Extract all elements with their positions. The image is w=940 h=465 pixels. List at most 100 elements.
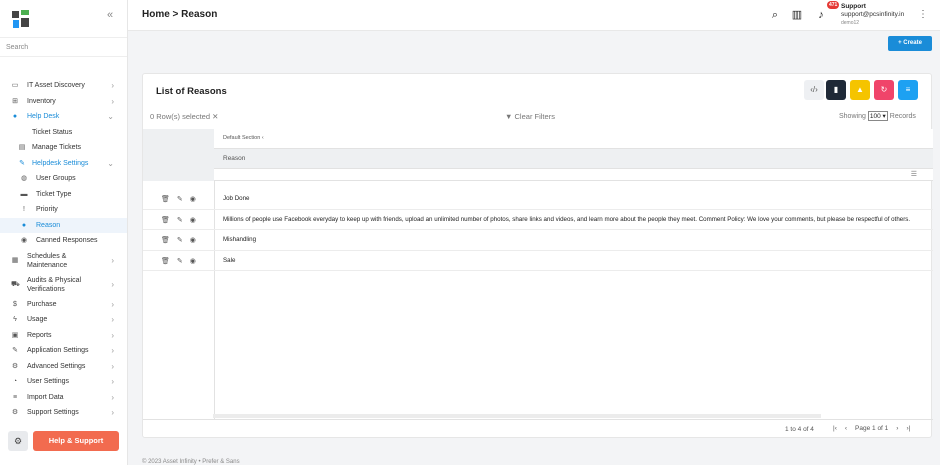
page-footer: © 2023 Asset Infinity • Prefer & Sans — [142, 459, 240, 465]
chevron-right-icon: › — [111, 361, 114, 371]
settings-gear-button[interactable]: ⚙ — [8, 431, 28, 451]
sidebar-item-advanced-settings[interactable]: ⚙ Advanced Settings › — [0, 359, 127, 375]
sidebar-item-purchase[interactable]: $ Purchase › — [0, 297, 127, 313]
view-eye-icon[interactable]: ◉ — [190, 257, 196, 265]
column-header-reason[interactable]: Reason — [214, 148, 933, 168]
sidebar-item-reports[interactable]: ▣ Reports › — [0, 328, 127, 344]
sidebar: « Search ▭ IT Asset Discovery › ⊞ Inventory… — [0, 0, 128, 465]
sidebar-item-priority[interactable]: ! Priority — [0, 202, 127, 218]
sidebar-item-helpdesk-settings[interactable]: ✎ Helpdesk Settings ⌄ — [0, 156, 127, 172]
more-options-icon[interactable]: ⋮ — [918, 9, 928, 20]
row-actions: 🗑 ✎ ◉ — [161, 236, 196, 244]
first-page-icon[interactable]: |‹ — [833, 425, 837, 432]
sidebar-item-help-desk[interactable]: ● Help Desk ⌄ — [0, 109, 127, 125]
sidebar-item-manage-tickets[interactable]: ▤ Manage Tickets — [0, 140, 127, 156]
next-page-icon[interactable]: › — [896, 425, 898, 432]
exclamation-icon: ! — [23, 206, 25, 213]
sidebar-item-support-settings[interactable]: ⚙ Support Settings › — [0, 405, 127, 421]
chevron-right-icon: › — [111, 315, 114, 324]
reason-cell: Job Done — [223, 195, 250, 202]
dollar-icon: $ — [13, 300, 17, 308]
chevron-right-icon: › — [111, 255, 114, 265]
sidebar-item-canned-responses[interactable]: ◉ Canned Responses — [0, 233, 127, 249]
export-document-button[interactable]: ▮ — [826, 80, 846, 100]
delete-icon[interactable]: 🗑 — [161, 216, 170, 224]
reason-cell: Millions of people use Facebook everyday… — [223, 215, 911, 223]
cogs-icon: ⚙ — [11, 362, 19, 370]
reasons-card: List of Reasons ‹/› ▮ ▲ ↻ ≡ 0 Row(s) sel… — [142, 73, 933, 439]
chevron-right-icon: › — [111, 392, 114, 402]
delete-icon[interactable]: 🗑 — [161, 257, 170, 265]
create-button[interactable]: + Create — [888, 36, 932, 51]
clear-selection-icon[interactable]: ✕ — [212, 112, 218, 121]
sidebar-item-ticket-status[interactable]: Ticket Status — [0, 125, 127, 141]
notification-badge: 471 — [827, 1, 840, 9]
users-icon: ◍ — [20, 175, 28, 182]
table-row[interactable]: 🗑 ✎ ◉ Mishandling — [143, 230, 933, 251]
wrench-icon: ✎ — [12, 347, 18, 354]
barcode-scan-icon[interactable]: ▥ — [790, 8, 804, 22]
sidebar-item-user-groups[interactable]: ◍ User Groups — [0, 171, 127, 187]
sitemap-icon: ⊞ — [12, 97, 18, 105]
last-page-icon[interactable]: ›| — [906, 425, 910, 432]
row-actions: 🗑 ✎ ◉ — [161, 195, 196, 203]
edit-icon[interactable]: ✎ — [177, 216, 183, 224]
edit-icon[interactable]: ✎ — [177, 236, 183, 244]
bolt-icon: ϟ — [13, 316, 17, 323]
user-info[interactable]: Support support@pcsinfinity.in demo12 — [841, 3, 904, 27]
table-row[interactable]: 🗑 ✎ ◉ Sale — [143, 251, 933, 271]
sidebar-item-user-settings[interactable]: ◔ User Settings › — [0, 374, 127, 390]
bell-icon[interactable]: ♪ — [814, 8, 828, 22]
sidebar-item-it-asset-discovery[interactable]: ▭ IT Asset Discovery › — [0, 78, 127, 94]
chevron-right-icon: › — [111, 377, 114, 386]
code-view-button[interactable]: ‹/› — [804, 80, 824, 100]
filter-menu-icon[interactable]: ☰ — [911, 170, 917, 178]
company-logo[interactable] — [10, 8, 32, 30]
help-support-button[interactable]: Help & Support — [33, 431, 119, 451]
records-per-page: Showing 100 ▾ Records — [839, 111, 916, 121]
refresh-button[interactable]: ↻ — [874, 80, 894, 100]
clear-filters-button[interactable]: ▼ Clear Filters — [505, 112, 555, 121]
collapse-sidebar-icon[interactable]: « — [104, 9, 116, 21]
chevron-left-icon[interactable]: ‹ — [262, 135, 264, 141]
delete-icon[interactable]: 🗑 — [161, 195, 170, 203]
edit-icon[interactable]: ✎ — [177, 195, 183, 203]
prev-page-icon[interactable]: ‹ — [845, 425, 847, 432]
sidebar-item-usage[interactable]: ϟ Usage › — [0, 312, 127, 328]
chevron-right-icon: › — [111, 330, 114, 340]
laptop-icon: ▭ — [11, 82, 19, 89]
edit-icon[interactable]: ✎ — [177, 257, 183, 265]
sidebar-item-audits[interactable]: ⛟ Audits & Physical Verifications › — [0, 273, 127, 297]
cogs-icon: ⚙ — [11, 409, 19, 416]
sidebar-search-input[interactable]: Search — [0, 37, 127, 57]
delete-icon[interactable]: 🗑 — [161, 236, 170, 244]
sidebar-item-ticket-type[interactable]: ▬ Ticket Type — [0, 187, 127, 203]
record-count: 1 to 4 of 4 — [785, 426, 814, 433]
sidebar-item-import-data[interactable]: ≡ Import Data › — [0, 390, 127, 406]
copy-icon: ▤ — [18, 144, 26, 151]
sidebar-nav: ▭ IT Asset Discovery › ⊞ Inventory › ● Help D… — [0, 78, 127, 421]
user-name: Support — [841, 3, 866, 10]
view-eye-icon[interactable]: ◉ — [190, 236, 196, 244]
truck-icon: ⛟ — [11, 280, 20, 288]
pagination-bar: 1 to 4 of 4 |‹ ‹ Page 1 of 1 › ›| — [143, 419, 933, 439]
reason-cell: Mishandling — [223, 236, 257, 243]
horizontal-scrollbar[interactable] — [213, 414, 821, 418]
table-row[interactable]: 🗑 ✎ ◉ Job Done — [143, 189, 933, 210]
page-size-select[interactable]: 100 ▾ — [867, 111, 888, 121]
sidebar-item-inventory[interactable]: ⊞ Inventory › — [0, 94, 127, 110]
breadcrumb: Home > Reason — [142, 9, 218, 20]
view-eye-icon[interactable]: ◉ — [190, 195, 196, 203]
zoom-search-icon[interactable]: ⌕ — [768, 8, 782, 22]
view-eye-icon[interactable]: ◉ — [190, 216, 196, 224]
sidebar-item-schedules-maintenance[interactable]: ▦ Schedules & Maintenance › — [0, 249, 127, 273]
column-filter-row[interactable]: ☰ — [214, 168, 933, 181]
warning-button[interactable]: ▲ — [850, 80, 870, 100]
comments-icon: ◉ — [20, 237, 28, 244]
row-actions: 🗑 ✎ ◉ — [161, 257, 196, 265]
sidebar-item-reason[interactable]: ● Reason — [0, 217, 127, 233]
report-icon: ▣ — [11, 331, 19, 339]
table-row[interactable]: 🗑 ✎ ◉ Millions of people use Facebook ever… — [143, 210, 933, 230]
column-settings-button[interactable]: ≡ — [898, 80, 918, 100]
sidebar-item-application-settings[interactable]: ✎ Application Settings › — [0, 343, 127, 359]
